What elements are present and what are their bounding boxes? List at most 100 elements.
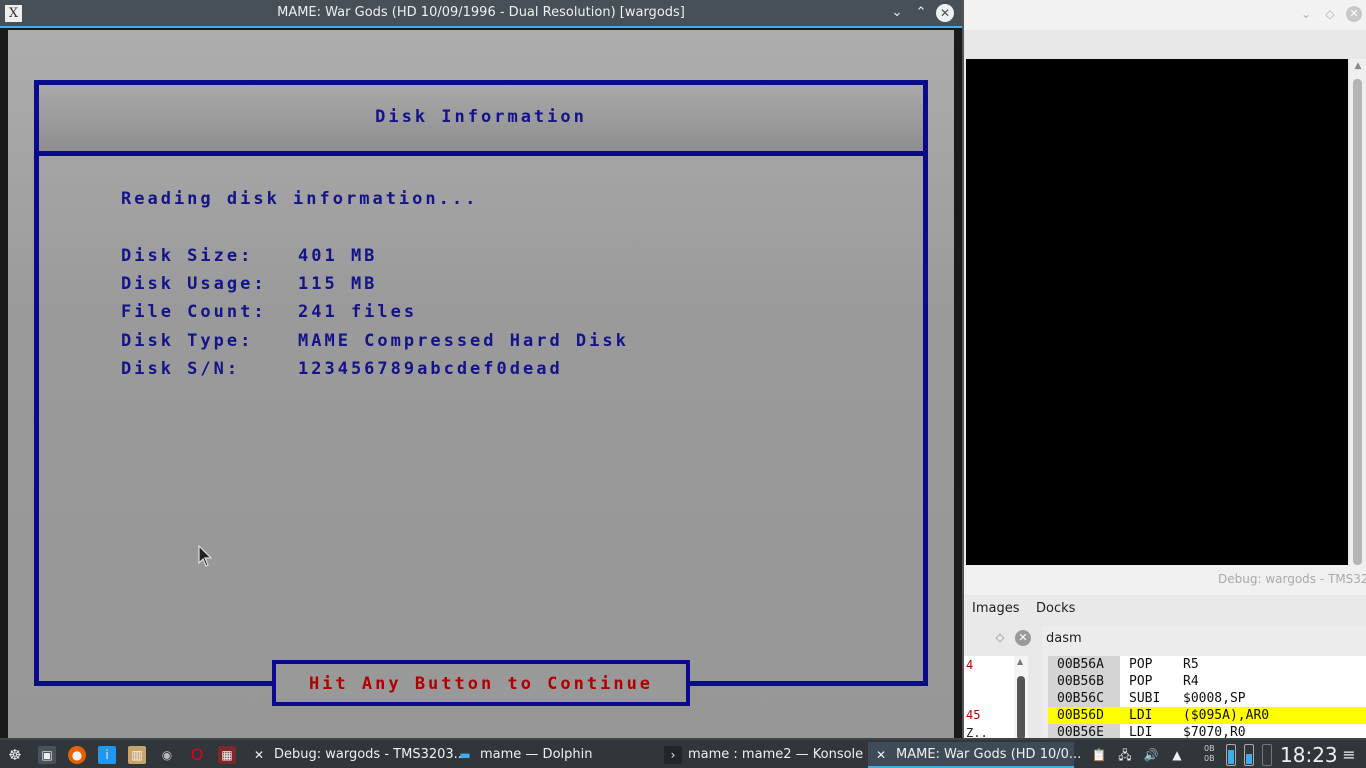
mame-titlebar[interactable]: X MAME: War Gods (HD 10/09/1996 - Dual R…	[0, 0, 962, 28]
debugger-window-title: Debug: wargods - TMS32	[964, 565, 1366, 595]
scroll-thumb[interactable]	[1353, 79, 1362, 565]
float-icon[interactable]: ◇	[992, 630, 1008, 646]
info-value: 123456789abcdef0dead	[298, 359, 563, 379]
tray-expand-icon[interactable]: ▲	[1168, 746, 1186, 764]
dasm-row[interactable]: 00B56B POP R4	[1048, 673, 1366, 690]
dasm-row-current[interactable]: 00B56D LDI ($095A),AR0	[1048, 707, 1366, 724]
battery-icon[interactable]	[1244, 744, 1254, 766]
info-label: Disk S/N:	[121, 359, 241, 379]
task-konsole[interactable]: › mame : mame2 — Konsole	[660, 742, 864, 768]
scroll-up-icon[interactable]: ▲	[1350, 61, 1366, 71]
terminal-icon: ›	[664, 746, 682, 764]
task-label: mame — Dolphin	[480, 747, 593, 762]
task-label: MAME: War Gods (HD 10/0...	[896, 747, 1082, 762]
list-item: 4	[966, 658, 974, 672]
left-dock-pane: ◇ ✕ 4 45 Z.. ▲	[964, 626, 1038, 740]
task-debug-window[interactable]: ✕ Debug: wargods - TMS3203...	[246, 742, 466, 768]
debugger-menubar: Images Docks	[964, 597, 1366, 621]
dasm-list[interactable]: 00B56A POP R5 00B56B POP R4 00B56C SUBI $0008,…	[1048, 656, 1366, 740]
info-value: 115 MB	[298, 274, 378, 294]
kde-launcher-icon[interactable]: ☸	[6, 746, 24, 764]
dasm-dock: dasm 00B56A POP R5 00B56B POP R4 00B56C SUBI $…	[1042, 626, 1366, 740]
clock[interactable]: 18:23	[1280, 743, 1338, 767]
left-dock-scrollbar[interactable]: ▲	[1014, 656, 1028, 740]
menu-docks[interactable]: Docks	[1036, 601, 1075, 616]
dasm-address: 00B56C	[1048, 690, 1120, 707]
info-row-disk-type: Disk Type: MAME Compressed Hard Disk	[121, 331, 629, 351]
float-icon[interactable]: ◇	[1322, 6, 1338, 22]
taskbar: ☸ ▣ ● i ▥ ◉ O ▦ ✕ Debug: wargods - TMS32…	[0, 738, 1366, 768]
dasm-opcode: POP	[1129, 657, 1153, 672]
terminal-launcher-icon[interactable]: ▣	[38, 746, 56, 764]
minimize-button[interactable]: ⌄	[888, 4, 906, 22]
disk-info-panel: Disk Information Reading disk informatio…	[34, 80, 928, 686]
scroll-up-icon[interactable]: ▲	[1017, 657, 1023, 666]
continue-prompt: Hit Any Button to Continue	[308, 674, 654, 694]
dasm-address: 00B56A	[1048, 656, 1120, 673]
continue-prompt-box: Hit Any Button to Continue	[272, 660, 690, 706]
info-value: 241 files	[298, 302, 418, 322]
battery-icon[interactable]	[1262, 744, 1272, 766]
minimize-icon[interactable]: ⌄	[1298, 6, 1314, 22]
info-row-disk-usage: Disk Usage: 115 MB	[121, 274, 377, 294]
debugger-output-view[interactable]	[966, 59, 1348, 565]
disk-info-header: Disk Information	[39, 85, 923, 156]
panel-menu-icon[interactable]: ≡	[1340, 746, 1358, 764]
dasm-opcode: SUBI	[1129, 691, 1161, 706]
info-row-disk-sn: Disk S/N: 123456789abcdef0dead	[121, 359, 563, 379]
close-icon[interactable]: ✕	[1015, 630, 1031, 646]
x-window-icon: ✕	[875, 748, 887, 762]
clipboard-icon[interactable]: 📋	[1090, 746, 1108, 764]
debugger-scrollbar[interactable]: ▲	[1350, 59, 1366, 565]
list-item: 45	[966, 708, 981, 722]
scroll-thumb[interactable]	[1017, 676, 1025, 740]
info-value: 401 MB	[298, 246, 378, 266]
dasm-opcode: LDI	[1129, 708, 1153, 723]
x-window-icon: ✕	[253, 748, 265, 762]
screenshot-icon[interactable]: ▦	[218, 746, 236, 764]
debugger-title: Debug: wargods - TMS32	[1218, 572, 1366, 586]
dasm-title: dasm	[1046, 631, 1082, 646]
task-label: Debug: wargods - TMS3203...	[274, 747, 467, 762]
window-title: MAME: War Gods (HD 10/09/1996 - Dual Res…	[277, 5, 685, 20]
task-mame-active[interactable]: ✕ MAME: War Gods (HD 10/0...	[868, 742, 1081, 768]
disk-info-title: Disk Information	[375, 107, 587, 127]
dasm-row[interactable]: 00B56C SUBI $0008,SP	[1048, 690, 1366, 707]
net-upload: 0B	[1204, 744, 1215, 753]
menu-images[interactable]: Images	[972, 601, 1020, 616]
dasm-address: 00B56B	[1048, 673, 1120, 690]
battery-icon[interactable]	[1226, 744, 1236, 766]
game-screen[interactable]: Disk Information Reading disk informatio…	[8, 30, 954, 740]
folder-icon: ▬	[459, 748, 471, 762]
info-value: MAME Compressed Hard Disk	[298, 331, 629, 351]
network-icon[interactable]: 🖧	[1116, 746, 1134, 764]
archive-icon[interactable]: ▥	[128, 746, 146, 764]
firefox-icon[interactable]: ●	[68, 746, 86, 764]
dasm-operand: $0008,SP	[1183, 691, 1246, 706]
task-dolphin[interactable]: ▬ mame — Dolphin	[452, 742, 656, 768]
dasm-opcode: POP	[1129, 674, 1153, 689]
debugger-window: ⌄ ◇ ✕ ▲ Debug: wargods - TMS32 Images Do…	[962, 0, 1366, 740]
disk-utility-icon[interactable]: ◉	[158, 746, 176, 764]
dasm-operand: R4	[1183, 674, 1199, 689]
info-label: Disk Type:	[121, 331, 254, 351]
opera-icon[interactable]: O	[188, 746, 206, 764]
dasm-row[interactable]: 00B56A POP R5	[1048, 656, 1366, 673]
dasm-operand: ($095A),AR0	[1183, 708, 1270, 723]
info-label: File Count:	[121, 302, 267, 322]
volume-icon[interactable]: 🔊	[1142, 746, 1160, 764]
info-row-file-count: File Count: 241 files	[121, 302, 417, 322]
dasm-operand: R5	[1183, 657, 1199, 672]
close-icon[interactable]: ✕	[1346, 6, 1362, 22]
task-label: mame : mame2 — Konsole	[688, 747, 864, 762]
dasm-address: 00B56D	[1048, 707, 1120, 724]
info-center-icon[interactable]: i	[98, 746, 116, 764]
debugger-titlebar[interactable]: ⌄ ◇ ✕	[964, 0, 1366, 30]
status-line: Reading disk information...	[121, 189, 479, 209]
net-download: 0B	[1204, 754, 1215, 763]
maximize-button[interactable]: ⌃	[912, 4, 930, 22]
mame-window: X MAME: War Gods (HD 10/09/1996 - Dual R…	[0, 0, 962, 740]
info-label: Disk Size:	[121, 246, 254, 266]
close-button[interactable]: ✕	[936, 4, 954, 22]
info-label: Disk Usage:	[121, 274, 267, 294]
